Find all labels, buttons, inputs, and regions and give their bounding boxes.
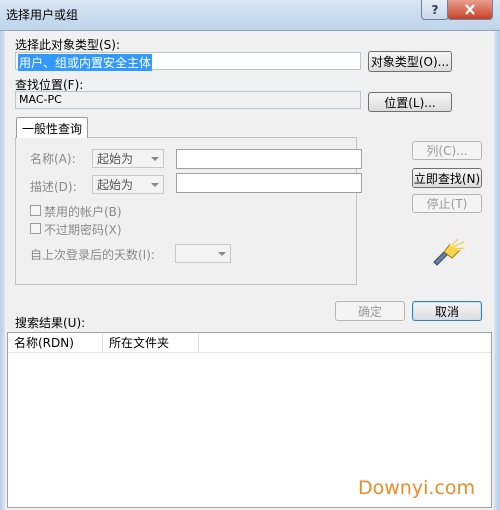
description-label: 描述(D):: [30, 180, 77, 194]
locations-button[interactable]: 位置(L)...: [368, 92, 452, 112]
days-since-login-label: 自上次登录后的天数(I):: [30, 248, 155, 262]
description-mode-value: 起始为: [97, 178, 134, 192]
non-expiring-password-label: 不过期密码(X): [44, 223, 122, 237]
days-since-login-select[interactable]: [175, 244, 231, 263]
name-mode-value: 起始为: [97, 152, 134, 166]
disabled-accounts-label: 禁用的帐户(B): [44, 205, 122, 219]
find-now-button[interactable]: 立即查找(N): [412, 168, 482, 188]
search-flashlight-icon: [430, 238, 466, 268]
window-left-border: [0, 30, 5, 510]
description-mode-select[interactable]: 起始为: [92, 175, 164, 194]
object-type-field: 用户、组或内置安全主体: [15, 52, 361, 71]
watermark: Downyi.com: [358, 477, 475, 499]
cancel-button[interactable]: 取消: [412, 301, 482, 321]
stop-button[interactable]: 停止(T): [412, 194, 482, 213]
close-icon: [465, 4, 475, 15]
name-label: 名称(A):: [30, 152, 76, 166]
name-mode-select[interactable]: 起始为: [92, 149, 164, 168]
column-header-folder[interactable]: 所在文件夹: [103, 333, 199, 353]
close-button[interactable]: [447, 0, 493, 20]
name-input[interactable]: [176, 149, 362, 169]
object-type-label: 选择此对象类型(S):: [15, 38, 121, 52]
chevron-down-icon: [151, 182, 159, 187]
description-input[interactable]: [176, 173, 362, 193]
window-title: 选择用户或组: [6, 8, 79, 22]
column-header-filler: [199, 333, 491, 353]
object-types-button[interactable]: 对象类型(O)...: [368, 51, 452, 72]
chevron-down-icon: [151, 156, 159, 161]
disabled-accounts-checkbox[interactable]: [30, 205, 41, 216]
help-button[interactable]: ?: [421, 0, 449, 20]
columns-button[interactable]: 列(C)...: [412, 141, 482, 160]
window-right-border: [494, 30, 500, 510]
non-expiring-password-checkbox[interactable]: [30, 223, 41, 234]
column-header-name[interactable]: 名称(RDN): [8, 333, 103, 353]
tab-common-queries[interactable]: 一般性查询: [16, 117, 88, 138]
select-users-or-groups-dialog: 选择用户或组 ? 选择此对象类型(S): 用户、组或内置安全主体 对象类型(O)…: [0, 0, 500, 510]
location-field: MAC-PC: [15, 91, 361, 109]
help-icon: ?: [431, 2, 439, 17]
search-results-label: 搜索结果(U):: [15, 316, 86, 330]
title-bar: 选择用户或组 ?: [0, 0, 500, 31]
object-type-value: 用户、组或内置安全主体: [18, 54, 153, 71]
chevron-down-icon: [218, 251, 226, 256]
location-value: MAC-PC: [19, 93, 62, 106]
ok-button[interactable]: 确定: [335, 301, 405, 321]
